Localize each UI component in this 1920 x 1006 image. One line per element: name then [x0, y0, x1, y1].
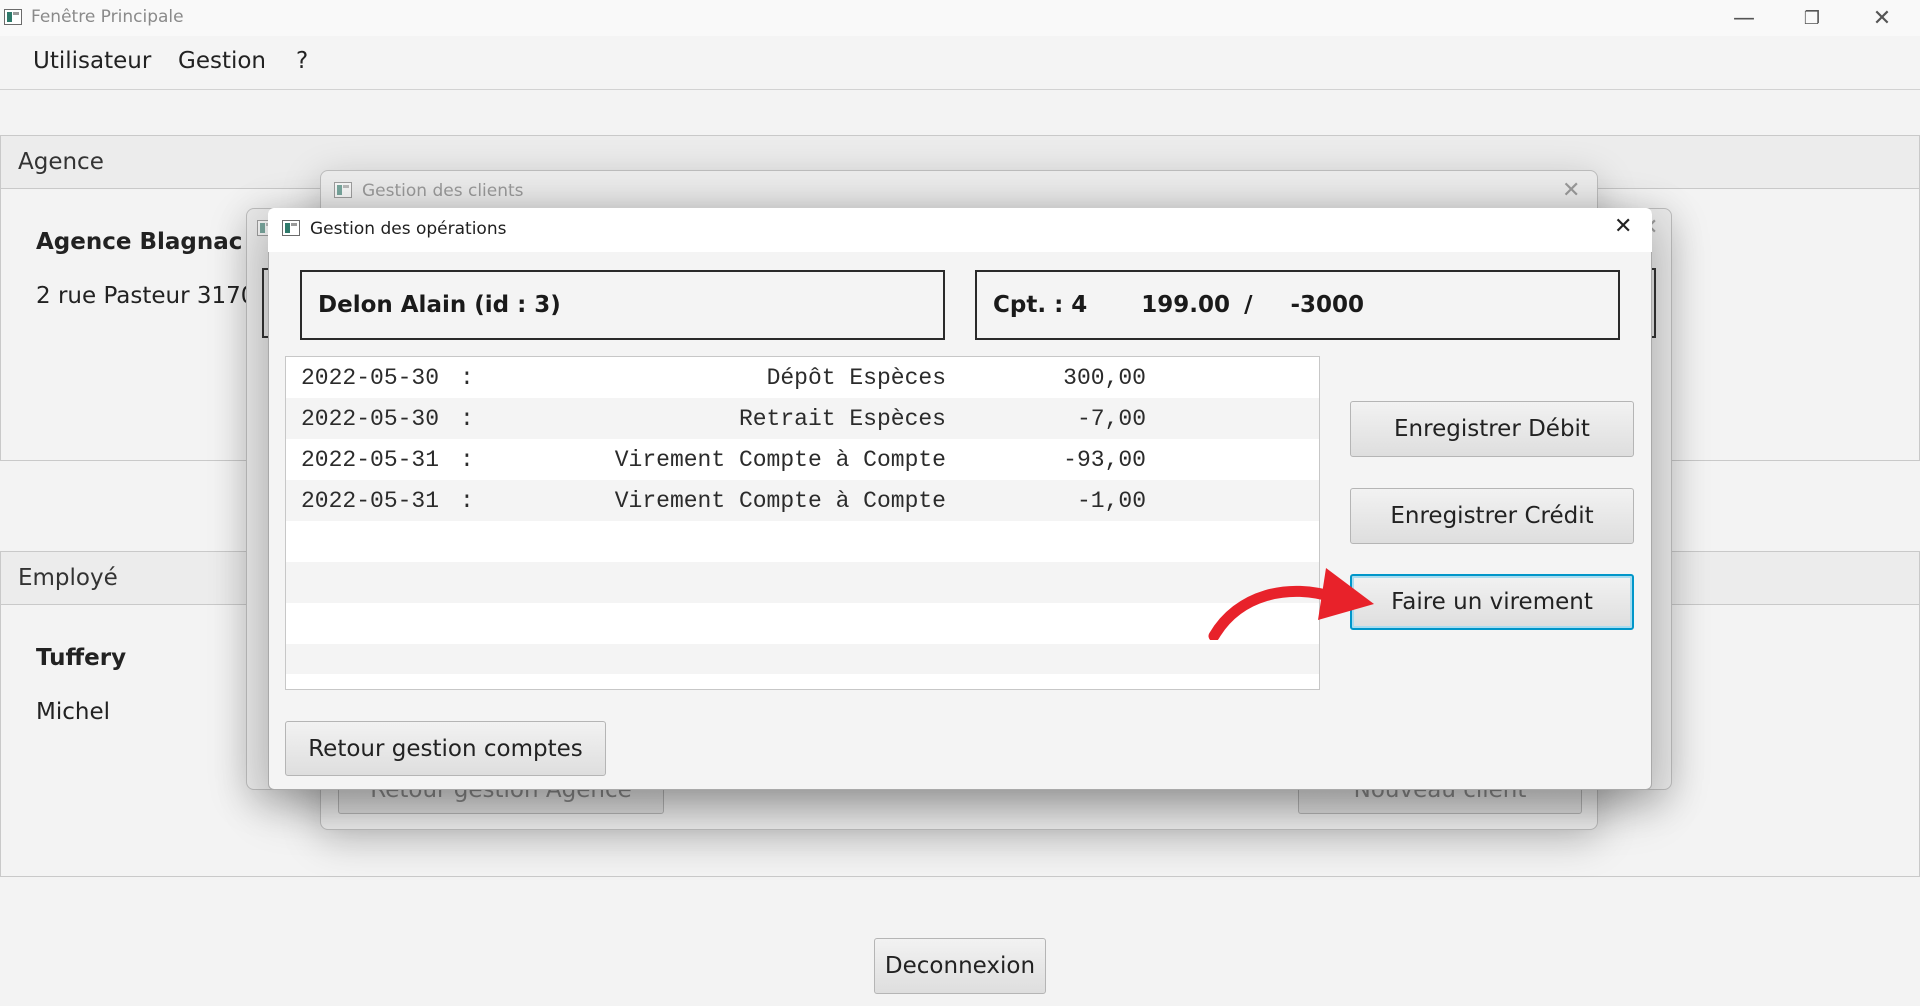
- account-overdraft: -3000: [1290, 292, 1365, 318]
- account-balance: 199.00: [1141, 292, 1231, 318]
- restore-icon: ❐: [1803, 7, 1821, 29]
- employe-section-title: Employé: [18, 565, 118, 591]
- list-empty-row: [286, 603, 1319, 644]
- op-date: 2022-05-31: [301, 488, 440, 514]
- minimize-icon: —: [1733, 5, 1755, 31]
- restore-button[interactable]: ❐: [1782, 0, 1842, 36]
- deconnexion-button[interactable]: Deconnexion: [874, 938, 1046, 994]
- op-sep: :: [460, 406, 474, 432]
- op-label: Dépôt Espèces: [766, 365, 946, 391]
- op-amount: -1,00: [1076, 488, 1146, 514]
- main-titlebar: [0, 0, 1920, 36]
- menu-help[interactable]: ?: [296, 48, 308, 74]
- op-date: 2022-05-31: [301, 447, 440, 473]
- list-empty-row: [286, 521, 1319, 562]
- menubar: [0, 36, 1920, 90]
- client-info: Delon Alain (id : 3): [318, 292, 561, 318]
- close-icon: ✕: [1562, 178, 1581, 203]
- op-amount: 300,00: [1063, 365, 1146, 391]
- employe-first-name: Michel: [36, 699, 110, 725]
- op-date: 2022-05-30: [301, 365, 440, 391]
- op-amount: -7,00: [1076, 406, 1146, 432]
- menu-gestion[interactable]: Gestion: [178, 48, 266, 74]
- operations-list[interactable]: 2022-05-30 : Dépôt Espèces 300,00 2022-0…: [285, 356, 1320, 690]
- list-empty-row: [286, 644, 1319, 674]
- faire-virement-button[interactable]: Faire un virement: [1350, 574, 1634, 630]
- op-label: Virement Compte à Compte: [614, 447, 946, 473]
- op-label: Virement Compte à Compte: [614, 488, 946, 514]
- clients-dialog-icon: [334, 182, 352, 198]
- account-number: Cpt. : 4: [993, 292, 1088, 318]
- list-item[interactable]: 2022-05-30 : Dépôt Espèces 300,00: [286, 357, 1319, 398]
- window-title: Fenêtre Principale: [31, 7, 184, 27]
- clients-dialog-close-button[interactable]: ✕: [1562, 178, 1580, 203]
- annotation-arrow-icon: [1208, 568, 1374, 640]
- employe-last-name: Tuffery: [36, 645, 127, 671]
- op-amount: -93,00: [1063, 447, 1146, 473]
- operations-dialog-title: Gestion des opérations: [310, 219, 507, 239]
- op-label: Retrait Espèces: [738, 406, 946, 432]
- enregistrer-debit-button[interactable]: Enregistrer Débit: [1350, 401, 1634, 457]
- agence-section-title: Agence: [18, 149, 104, 175]
- list-empty-row: [286, 562, 1319, 603]
- app-icon: [4, 9, 22, 25]
- op-date: 2022-05-30: [301, 406, 440, 432]
- account-separator: /: [1244, 292, 1253, 318]
- account-info-box: Cpt. : 4 199.00 / -3000: [975, 270, 1620, 340]
- minimize-button[interactable]: —: [1714, 0, 1774, 36]
- operations-dialog-icon: [282, 220, 300, 236]
- client-info-box: Delon Alain (id : 3): [300, 270, 945, 340]
- op-sep: :: [460, 488, 474, 514]
- close-icon: ✕: [1872, 5, 1892, 31]
- enregistrer-credit-button[interactable]: Enregistrer Crédit: [1350, 488, 1634, 544]
- list-item[interactable]: 2022-05-31 : Virement Compte à Compte -9…: [286, 439, 1319, 480]
- op-sep: :: [460, 365, 474, 391]
- clients-dialog-title: Gestion des clients: [362, 181, 524, 201]
- operations-dialog-close-button[interactable]: ✕: [1614, 214, 1632, 239]
- close-window-button[interactable]: ✕: [1852, 0, 1912, 36]
- list-item[interactable]: 2022-05-31 : Virement Compte à Compte -1…: [286, 480, 1319, 521]
- agence-address: 2 rue Pasteur 31700: [36, 283, 271, 309]
- menu-utilisateur[interactable]: Utilisateur: [33, 48, 151, 74]
- op-sep: :: [460, 447, 474, 473]
- list-item[interactable]: 2022-05-30 : Retrait Espèces -7,00: [286, 398, 1319, 439]
- retour-gestion-comptes-button[interactable]: Retour gestion comptes: [285, 721, 606, 776]
- close-icon: ✕: [1614, 214, 1633, 239]
